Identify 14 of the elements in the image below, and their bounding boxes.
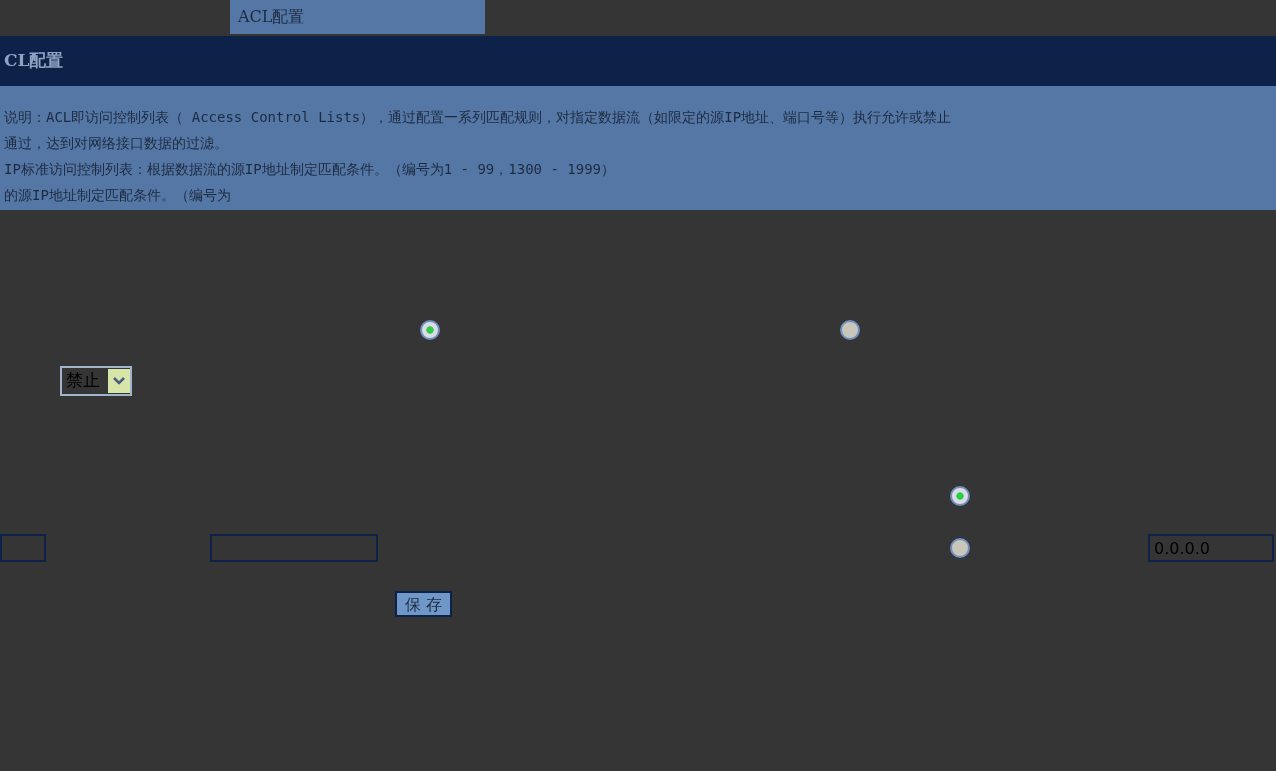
tab[interactable]: ACL配置	[230, 0, 485, 34]
chevron-down-icon	[108, 369, 130, 393]
save-button[interactable]: 保 存	[395, 591, 453, 617]
radio-button[interactable]	[950, 486, 970, 506]
description-text: 说明：ACL即访问控制列表（ Access Control Lists），通过配置一系列匹配规则，对指定数据流（如限定的源IP地址、端口号等）执行允许或禁止	[4, 108, 953, 127]
description-text: 通过，达到对网络接口数据的过滤。	[4, 134, 229, 153]
input-field[interactable]	[0, 534, 46, 562]
radio-button[interactable]	[840, 320, 860, 340]
description-text: 的源IP地址制定匹配条件。（编号为	[4, 186, 232, 205]
input-field[interactable]	[210, 534, 378, 562]
description-text: IP标准访问控制列表：根据数据流的源IP地址制定匹配条件。（编号为1 - 99，1300 - 1999）	[4, 160, 616, 179]
radio-button[interactable]	[420, 320, 440, 340]
page-header: CL配置	[0, 36, 1276, 86]
radio-button[interactable]	[950, 538, 970, 558]
